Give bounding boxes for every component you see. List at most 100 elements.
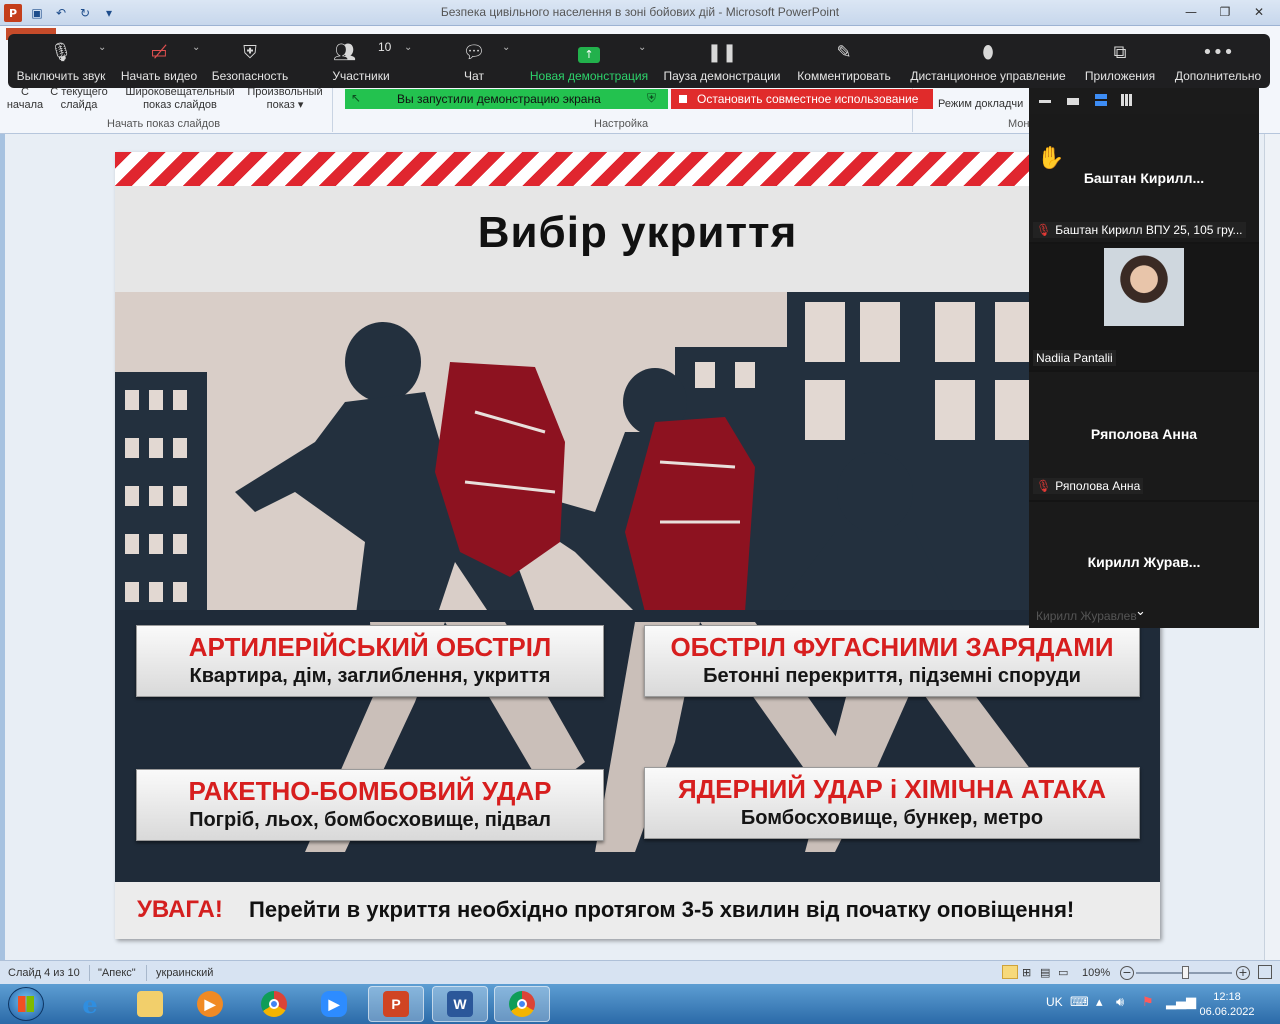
shelter-card-artillery: АРТИЛЕРІЙСЬКИЙ ОБСТРІЛ Квартира, дім, за… bbox=[136, 625, 604, 697]
warning-text: Перейти в укриття необхідно протягом 3-5… bbox=[249, 897, 1075, 922]
participant-name-tag: 🎙︎ Ряполова Анна bbox=[1033, 478, 1144, 494]
powerpoint-icon: P bbox=[383, 991, 409, 1017]
taskbar-chrome[interactable] bbox=[246, 986, 302, 1022]
status-bar: Слайд 4 из 10 "Апекс" украинский ⊞ ▤ ▭ 1… bbox=[0, 960, 1280, 984]
shelter-card-high-explosive: ОБСТРІЛ ФУГАСНИМИ ЗАРЯДАМИ Бетонні перек… bbox=[644, 625, 1140, 697]
zoom-slider-thumb[interactable] bbox=[1182, 966, 1189, 979]
folder-icon bbox=[137, 991, 163, 1017]
ribbon-from-current-slide[interactable]: С текущего слайда bbox=[46, 86, 112, 112]
ribbon-custom-show[interactable]: Произвольный показ ▾ bbox=[242, 86, 328, 112]
chevron-down-icon[interactable]: ⌄ bbox=[192, 42, 200, 53]
ribbon-group-label-setup: Настройка bbox=[594, 118, 649, 130]
zoom-out-icon[interactable]: − bbox=[1120, 966, 1134, 980]
more-button[interactable]: ••• Дополнительно bbox=[1170, 34, 1266, 88]
ribbon-group-label-start: Начать показ слайдов bbox=[107, 118, 221, 130]
word-icon: W bbox=[447, 991, 473, 1017]
participant-name-tag: Nadiia Pantalii bbox=[1033, 350, 1116, 366]
new-share-button[interactable]: ↑ ⌄ Новая демонстрация bbox=[526, 34, 652, 88]
ribbon-broadcast-show[interactable]: Широковещательный показ слайдов bbox=[120, 86, 240, 112]
shield-icon: ⛨ bbox=[243, 42, 257, 63]
pencil-icon: ✎ bbox=[836, 42, 852, 63]
taskbar-word[interactable]: W bbox=[432, 986, 488, 1022]
chevron-down-icon[interactable]: ⌄ bbox=[98, 42, 106, 53]
zoom-level[interactable]: 109% bbox=[1082, 967, 1110, 979]
participant-tile[interactable]: ✋ Баштан Кирилл... 🎙︎ Баштан Кирилл ВПУ 2… bbox=[1029, 114, 1259, 242]
vertical-scrollbar[interactable] bbox=[1264, 134, 1280, 960]
raised-hand-icon: ✋ bbox=[1037, 146, 1065, 171]
pause-share-button[interactable]: ❚❚ Пауза демонстрации bbox=[662, 34, 782, 88]
gallery-layout-icon[interactable] bbox=[1121, 94, 1133, 106]
slide-canvas: Вибір укриття АРТИЛЕРІЙСЬКИЙ ОБСТРІЛ Ква… bbox=[115, 152, 1160, 939]
security-button[interactable]: ⛨ Безопасность bbox=[206, 34, 294, 88]
windows-logo-icon bbox=[18, 996, 34, 1012]
mouse-icon: ⬮ bbox=[982, 42, 994, 63]
chevron-down-icon[interactable]: ⌄ bbox=[404, 42, 412, 53]
film-strip-layout-icon[interactable] bbox=[1095, 94, 1107, 106]
start-video-button[interactable]: ▭̸ ⌄ Начать видео bbox=[116, 34, 202, 88]
security-shield-icon: ⛨ bbox=[647, 91, 657, 105]
mute-button[interactable]: 🎙︎ ⌄ Выключить звук bbox=[12, 34, 110, 88]
keyboard-icon[interactable]: ⌨ bbox=[1070, 995, 1089, 1010]
chevron-down-icon[interactable]: ⌄ bbox=[1135, 604, 1146, 619]
share-screen-icon: ↑ bbox=[526, 42, 652, 63]
taskbar-chrome-profile[interactable] bbox=[494, 986, 550, 1022]
participant-video-thumbnail bbox=[1104, 248, 1184, 326]
pin-icon: ↖ bbox=[351, 91, 362, 105]
zoom-in-icon[interactable]: + bbox=[1236, 966, 1250, 980]
powerpoint-title-bar: P ▣ ↶ ↻ ▾ Безпека цивільного населення в… bbox=[0, 0, 1280, 26]
participant-tile[interactable]: Кирилл Журав... Кирилл Журавлев ⌄ bbox=[1029, 502, 1259, 628]
shelter-card-nuclear-chemical: ЯДЕРНИЙ УДАР і ХІМІЧНА АТАКА Бомбосховищ… bbox=[644, 767, 1140, 839]
ribbon-from-beginning[interactable]: Сначала bbox=[6, 86, 44, 112]
system-clock[interactable]: 12:18 06.06.2022 bbox=[1196, 990, 1258, 1020]
taskbar-internet-explorer[interactable]: e bbox=[62, 986, 118, 1022]
sharing-status-banner[interactable]: ↖ Вы запустили демонстрацию экрана ⛨ bbox=[345, 89, 668, 109]
keyboard-language[interactable]: UK bbox=[1046, 995, 1063, 1009]
taskbar-zoom[interactable]: ▶ bbox=[306, 986, 362, 1022]
media-player-icon: ▶ bbox=[197, 991, 223, 1017]
participant-name-tag: 🎙︎ Баштан Кирилл ВПУ 25, 105 гру... bbox=[1033, 222, 1246, 238]
ribbon-presenter-mode[interactable]: Режим докладчи bbox=[938, 98, 1030, 111]
action-center-icon[interactable]: ⚑ bbox=[1142, 995, 1154, 1010]
apps-icon: ⧉ bbox=[1113, 42, 1127, 63]
slide-counter: Слайд 4 из 10 bbox=[8, 967, 80, 979]
taskbar-media-player[interactable]: ▶ bbox=[182, 986, 238, 1022]
mic-muted-icon: 🎙︎ bbox=[1036, 479, 1052, 493]
participant-tile[interactable]: Nadiia Pantalii bbox=[1029, 244, 1259, 370]
taskbar-powerpoint[interactable]: P bbox=[368, 986, 424, 1022]
annotate-button[interactable]: ✎ Комментировать bbox=[794, 34, 894, 88]
panel-layout-bar bbox=[1029, 88, 1259, 114]
restore-button[interactable]: ❐ bbox=[1210, 3, 1240, 21]
close-button[interactable]: ✕ bbox=[1244, 3, 1274, 21]
start-button[interactable] bbox=[8, 987, 44, 1021]
slide-sorter-icon[interactable]: ⊞ bbox=[1022, 966, 1031, 979]
chevron-down-icon[interactable]: ⌄ bbox=[638, 42, 646, 53]
video-off-icon: ▭̸ bbox=[150, 42, 168, 63]
apps-button[interactable]: ⧉ Приложения bbox=[1080, 34, 1160, 88]
remote-control-button[interactable]: ⬮ Дистанционное управление bbox=[906, 34, 1070, 88]
internet-explorer-icon: e bbox=[82, 989, 98, 1019]
fit-to-window-icon[interactable] bbox=[1258, 965, 1272, 979]
active-speaker-layout-icon[interactable] bbox=[1067, 98, 1079, 105]
normal-view-icon[interactable] bbox=[1002, 965, 1018, 979]
chat-button[interactable]: 💬︎ ⌄ Чат bbox=[442, 34, 511, 88]
mic-muted-icon: 🎙︎ bbox=[1036, 223, 1052, 237]
participant-tile[interactable]: Ряполова Анна 🎙︎ Ряполова Анна bbox=[1029, 372, 1259, 500]
chevron-down-icon[interactable]: ⌄ bbox=[502, 42, 510, 53]
participants-button[interactable]: 👥︎ 10 ⌄ Участники bbox=[320, 34, 412, 88]
slideshow-view-icon[interactable]: ▭ bbox=[1058, 966, 1068, 979]
volume-icon[interactable]: 🔊︎ bbox=[1116, 995, 1124, 1010]
minimize-button[interactable]: — bbox=[1176, 3, 1206, 21]
chat-icon: 💬︎ bbox=[462, 42, 486, 63]
taskbar-file-explorer[interactable] bbox=[122, 986, 178, 1022]
windows-taskbar: e ▶ ▶ P W UK ⌨ ▴ 🔊︎ ⚑ ▂▄▆ 12:18 06.06.20… bbox=[0, 984, 1280, 1024]
language-indicator[interactable]: украинский bbox=[156, 967, 213, 979]
participant-name-tag: Кирилл Журавлев bbox=[1036, 609, 1137, 623]
show-hidden-icons-icon[interactable]: ▴ bbox=[1096, 995, 1103, 1010]
stop-share-button[interactable]: Остановить совместное использование bbox=[671, 89, 933, 109]
reading-view-icon[interactable]: ▤ bbox=[1040, 966, 1050, 979]
hazard-stripe-band bbox=[115, 152, 1160, 186]
chrome-icon bbox=[509, 991, 535, 1017]
minimize-panel-icon[interactable] bbox=[1039, 100, 1051, 103]
network-icon[interactable]: ▂▄▆ bbox=[1166, 995, 1196, 1010]
participants-icon: 👥︎ bbox=[333, 42, 357, 63]
